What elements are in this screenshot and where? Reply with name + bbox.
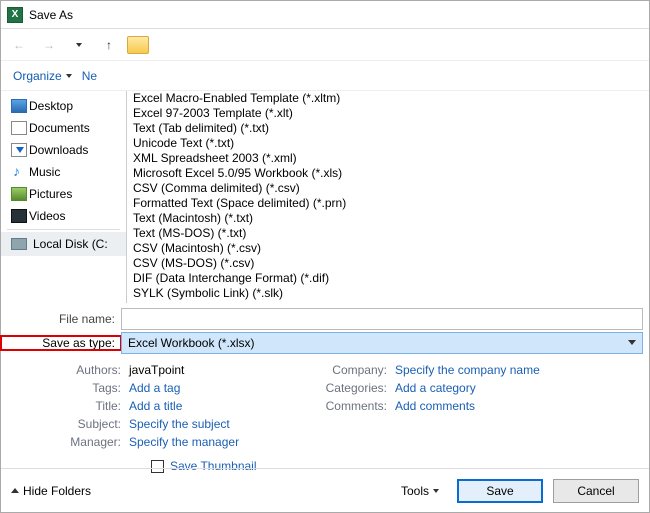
saveastype-combo[interactable]: Excel Workbook (*.xlsx)	[121, 332, 643, 354]
desktop-icon	[11, 99, 27, 113]
back-arrow-icon[interactable]: ←	[7, 33, 31, 57]
categories-label: Categories:	[297, 381, 387, 395]
sidebar-item-localdisk[interactable]: Local Disk (C:	[1, 232, 126, 256]
filename-input[interactable]	[121, 308, 643, 330]
videos-icon	[11, 209, 27, 223]
save-button-label: Save	[486, 484, 513, 498]
saveastype-label: Save as type:	[1, 336, 121, 350]
downloads-icon	[11, 143, 27, 157]
command-bar: Organize Ne	[1, 61, 649, 91]
subject-label: Subject:	[39, 417, 121, 431]
filetype-option[interactable]: Microsoft Excel 5.0/95 Workbook (*.xls)	[127, 166, 649, 181]
company-label: Company:	[297, 363, 387, 377]
tools-menu[interactable]: Tools	[401, 484, 439, 498]
cancel-button-label: Cancel	[577, 484, 614, 498]
disk-icon	[11, 238, 27, 250]
sidebar-item-music[interactable]: Music	[1, 161, 126, 183]
nav-sidebar: Desktop Documents Downloads Music Pictur…	[1, 91, 126, 303]
hide-folders-label: Hide Folders	[23, 484, 91, 498]
saveastype-value: Excel Workbook (*.xlsx)	[128, 336, 254, 350]
filetype-option[interactable]: Formatted Text (Space delimited) (*.prn)	[127, 196, 649, 211]
sidebar-item-desktop[interactable]: Desktop	[1, 95, 126, 117]
filetype-option[interactable]: Text (MS-DOS) (*.txt)	[127, 226, 649, 241]
filetype-option[interactable]: DIF (Data Interchange Format) (*.dif)	[127, 271, 649, 286]
comments-label: Comments:	[297, 399, 387, 413]
manager-label: Manager:	[39, 435, 121, 449]
excel-icon: X	[7, 7, 23, 23]
folder-icon	[127, 36, 149, 54]
chevron-down-icon	[433, 489, 439, 493]
company-value[interactable]: Specify the company name	[395, 363, 641, 377]
chevron-down-icon	[628, 340, 636, 345]
metadata-grid: Authors: javaTpoint Company: Specify the…	[1, 355, 649, 449]
filetype-option[interactable]: CSV (Comma delimited) (*.csv)	[127, 181, 649, 196]
sidebar-item-label: Local Disk (C:	[33, 237, 108, 251]
sidebar-item-pictures[interactable]: Pictures	[1, 183, 126, 205]
comments-value[interactable]: Add comments	[395, 399, 641, 413]
filetype-dropdown-list[interactable]: Excel Macro-Enabled Template (*.xltm)Exc…	[126, 91, 649, 303]
filetype-option[interactable]: Excel Add-In (*.xlam)	[127, 301, 649, 303]
sidebar-item-label: Downloads	[29, 143, 88, 157]
sidebar-item-videos[interactable]: Videos	[1, 205, 126, 227]
documents-icon	[11, 121, 27, 135]
filetype-option[interactable]: Excel 97-2003 Template (*.xlt)	[127, 106, 649, 121]
window-title: Save As	[29, 8, 73, 22]
title-value[interactable]: Add a title	[129, 399, 289, 413]
form-area: File name: Save as type: Excel Workbook …	[1, 303, 649, 473]
tags-value[interactable]: Add a tag	[129, 381, 289, 395]
sidebar-item-label: Videos	[29, 209, 65, 223]
filetype-option[interactable]: XML Spreadsheet 2003 (*.xml)	[127, 151, 649, 166]
tags-label: Tags:	[39, 381, 121, 395]
tools-label: Tools	[401, 484, 429, 498]
filetype-option[interactable]: Text (Macintosh) (*.txt)	[127, 211, 649, 226]
filetype-option[interactable]: CSV (MS-DOS) (*.csv)	[127, 256, 649, 271]
title-bar: X Save As	[1, 1, 649, 29]
sidebar-item-label: Documents	[29, 121, 90, 135]
cancel-button[interactable]: Cancel	[553, 479, 639, 503]
forward-arrow-icon: →	[37, 33, 61, 57]
sidebar-item-label: Pictures	[29, 187, 72, 201]
authors-value[interactable]: javaTpoint	[129, 363, 289, 377]
filetype-option[interactable]: SYLK (Symbolic Link) (*.slk)	[127, 286, 649, 301]
music-icon	[11, 165, 27, 179]
filetype-option[interactable]: Unicode Text (*.txt)	[127, 136, 649, 151]
footer-bar: Hide Folders Tools Save Cancel	[1, 468, 649, 512]
save-button[interactable]: Save	[457, 479, 543, 503]
authors-label: Authors:	[39, 363, 121, 377]
sidebar-item-label: Desktop	[29, 99, 73, 113]
recent-chevron-icon[interactable]	[67, 33, 91, 57]
manager-value[interactable]: Specify the manager	[129, 435, 289, 449]
separator	[7, 229, 120, 230]
title-label: Title:	[39, 399, 121, 413]
chevron-down-icon	[66, 74, 72, 78]
sidebar-item-downloads[interactable]: Downloads	[1, 139, 126, 161]
filetype-option[interactable]: CSV (Macintosh) (*.csv)	[127, 241, 649, 256]
pictures-icon	[11, 187, 27, 201]
filetype-option[interactable]: Excel Macro-Enabled Template (*.xltm)	[127, 91, 649, 106]
categories-value[interactable]: Add a category	[395, 381, 641, 395]
sidebar-item-documents[interactable]: Documents	[1, 117, 126, 139]
subject-value[interactable]: Specify the subject	[129, 417, 289, 431]
filetype-option[interactable]: Text (Tab delimited) (*.txt)	[127, 121, 649, 136]
filename-label: File name:	[1, 312, 121, 326]
up-arrow-icon[interactable]: ↑	[97, 33, 121, 57]
organize-menu[interactable]: Organize	[13, 69, 72, 83]
new-folder-button[interactable]: Ne	[82, 69, 97, 83]
organize-label: Organize	[13, 69, 62, 83]
nav-bar: ← → ↑	[1, 29, 649, 61]
chevron-up-icon	[11, 488, 19, 493]
hide-folders-button[interactable]: Hide Folders	[11, 484, 91, 498]
sidebar-item-label: Music	[29, 165, 60, 179]
